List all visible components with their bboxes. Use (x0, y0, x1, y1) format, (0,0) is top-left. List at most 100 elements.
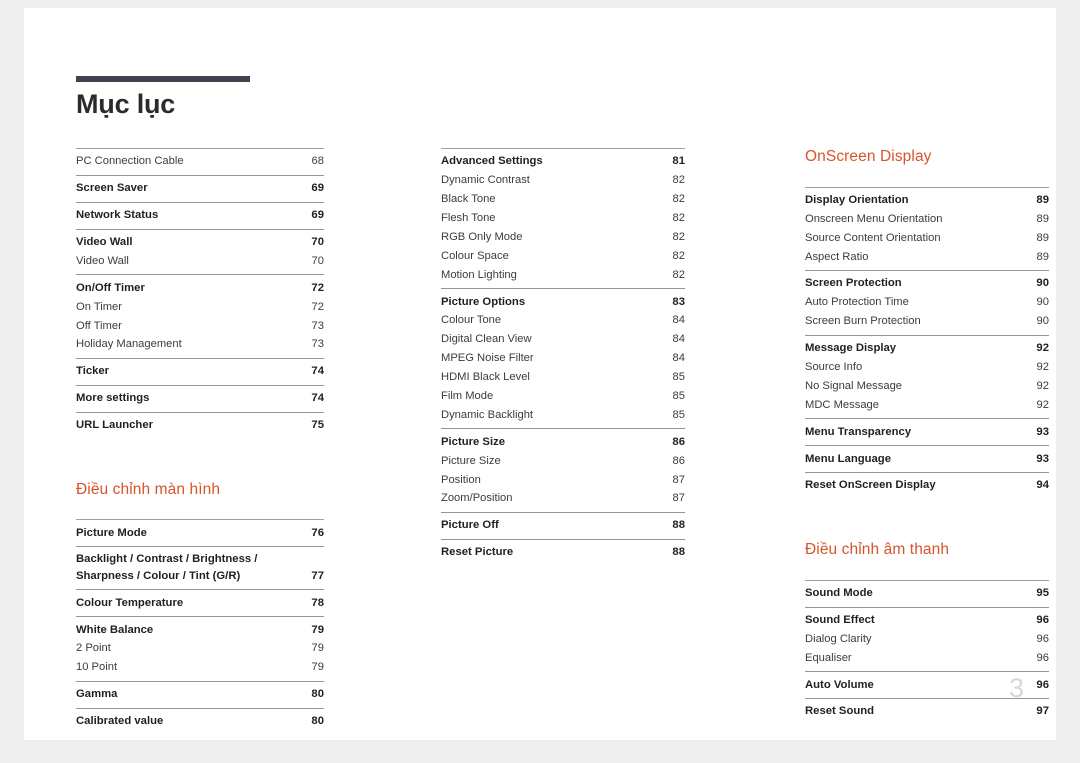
toc-entry-label: Picture Options (441, 295, 526, 308)
toc-entry[interactable]: Picture Size 86 (441, 432, 685, 451)
toc-entry-label: Flesh Tone (441, 211, 496, 224)
toc-entry[interactable]: MPEG Noise Filter 84 (441, 349, 685, 368)
toc-entry-label: Menu Language (805, 452, 891, 465)
toc-entry[interactable]: Menu Language 93 (805, 449, 1049, 468)
toc-entry[interactable]: Flesh Tone 82 (441, 209, 685, 228)
toc-entry[interactable]: URL Launcher 75 (76, 416, 324, 435)
title-rule (76, 76, 250, 82)
toc-entry[interactable]: Screen Saver 69 (76, 179, 324, 198)
toc-entry-page: 82 (672, 268, 685, 281)
toc-entry[interactable]: PC Connection Cable 68 (76, 152, 324, 171)
toc-entry[interactable]: Zoom/Position 87 (441, 489, 685, 508)
toc-entry[interactable]: Source Content Orientation 89 (805, 228, 1049, 247)
toc-entry[interactable]: No Signal Message 92 (805, 377, 1049, 396)
toc-entry[interactable]: 10 Point 79 (76, 658, 324, 677)
toc-entry-page: 84 (672, 352, 685, 365)
toc-entry[interactable]: Gamma 80 (76, 685, 324, 704)
toc-entry-page: 82 (672, 174, 685, 187)
section-heading: Điều chỉnh âm thanh (805, 541, 950, 559)
toc-entry[interactable]: Reset Picture 88 (441, 543, 685, 562)
toc-group: Calibrated value 80 (76, 707, 324, 735)
toc-entry[interactable]: Film Mode 85 (441, 387, 685, 406)
toc-entry-label: Onscreen Menu Orientation (805, 212, 943, 225)
toc-entry-label: Black Tone (441, 193, 496, 206)
toc-entry-page: 92 (1036, 398, 1049, 411)
toc-entry[interactable]: Screen Protection 90 (805, 274, 1049, 293)
toc-entry[interactable]: Network Status 69 (76, 206, 324, 225)
toc-entry[interactable]: Source Info 92 (805, 358, 1049, 377)
toc-entry[interactable]: Message Display 92 (805, 339, 1049, 358)
toc-group: Video Wall 70 Video Wall 70 (76, 228, 324, 275)
toc-entry-label: Ticker (76, 365, 110, 378)
toc-entry-label: Picture Off (441, 519, 499, 532)
toc-entry-label: Menu Transparency (805, 425, 912, 438)
toc-entry[interactable]: On/Off Timer 72 (76, 278, 324, 297)
toc-group: More settings 74 (76, 384, 324, 412)
toc-entry-page: 88 (672, 546, 685, 559)
toc-entry[interactable]: HDMI Black Level 85 (441, 368, 685, 387)
toc-entry[interactable]: Video Wall 70 (76, 233, 324, 252)
toc-entry[interactable]: Reset Sound 97 (805, 702, 1049, 721)
toc-entry[interactable]: Backlight / Contrast / Brightness / Sharp… (76, 550, 324, 585)
toc-entry[interactable]: Colour Temperature 78 (76, 593, 324, 612)
toc-entry[interactable]: More settings 74 (76, 389, 324, 408)
toc-entry-label: Holiday Management (76, 338, 182, 351)
toc-entry[interactable]: Aspect Ratio 89 (805, 247, 1049, 266)
toc-entry-page: 80 (311, 715, 324, 728)
toc-entry[interactable]: Picture Off 88 (441, 516, 685, 535)
toc-entry[interactable]: Position 87 (441, 470, 685, 489)
toc-group: White Balance 79 2 Point 79 10 Point 79 (76, 616, 324, 681)
toc-entry-page: 90 (1036, 296, 1049, 309)
toc-entry[interactable]: Colour Space 82 (441, 246, 685, 265)
toc-entry[interactable]: Off Timer 73 (76, 316, 324, 335)
toc-entry[interactable]: Screen Burn Protection 90 (805, 312, 1049, 331)
toc-entry-label: Network Status (76, 209, 159, 222)
toc-group: Picture Off 88 (441, 512, 685, 539)
toc-entry[interactable]: Ticker 74 (76, 362, 324, 381)
toc-entry[interactable]: Dynamic Contrast 82 (441, 171, 685, 190)
toc-entry[interactable]: 2 Point 79 (76, 639, 324, 658)
toc-entry[interactable]: On Timer 72 (76, 297, 324, 316)
toc-entry[interactable]: Reset OnScreen Display 94 (805, 476, 1049, 495)
toc-entry[interactable]: Holiday Management 73 (76, 335, 324, 354)
toc-entry-page: 79 (311, 661, 324, 674)
toc-entry-page: 79 (311, 642, 324, 655)
toc-column-3: OnScreen Display Display Orientation 89 Ons… (805, 148, 1049, 725)
toc-entry-label: Motion Lighting (441, 268, 517, 281)
toc-entry[interactable]: White Balance 79 (76, 620, 324, 639)
toc-entry[interactable]: RGB Only Mode 82 (441, 228, 685, 247)
toc-entry-label: Screen Protection (805, 277, 902, 290)
toc-entry[interactable]: Equaliser 96 (805, 648, 1049, 667)
toc-entry[interactable]: Black Tone 82 (441, 190, 685, 209)
toc-entry[interactable]: Picture Options 83 (441, 292, 685, 311)
toc-entry[interactable]: Dynamic Backlight 85 (441, 406, 685, 425)
toc-entry-label: Off Timer (76, 319, 122, 332)
toc-entry[interactable]: Digital Clean View 84 (441, 330, 685, 349)
toc-entry[interactable]: Sound Effect 96 (805, 611, 1049, 630)
toc-entry[interactable]: Colour Tone 84 (441, 311, 685, 330)
toc-entry[interactable]: Video Wall 70 (76, 252, 324, 271)
toc-entry[interactable]: Onscreen Menu Orientation 89 (805, 209, 1049, 228)
toc-entry-page: 84 (672, 333, 685, 346)
toc-entry[interactable]: Calibrated value 80 (76, 712, 324, 731)
toc-entry[interactable]: Menu Transparency 93 (805, 422, 1049, 441)
toc-entry-label: Colour Temperature (76, 596, 184, 609)
toc-entry[interactable]: Picture Mode 76 (76, 523, 324, 542)
toc-entry[interactable]: Motion Lighting 82 (441, 265, 685, 284)
toc-entry-label: Message Display (805, 342, 897, 355)
toc-entry-label: Source Info (805, 361, 863, 374)
toc-entry-page: 89 (1036, 250, 1049, 263)
toc-entry-page: 72 (311, 281, 324, 294)
toc-entry-page: 81 (672, 155, 685, 168)
toc-entry-label: More settings (76, 392, 150, 405)
toc-entry[interactable]: Dialog Clarity 96 (805, 629, 1049, 648)
toc-entry[interactable]: Advanced Settings 81 (441, 152, 685, 171)
toc-entry-page: 83 (672, 295, 685, 308)
toc-entry-page: 90 (1036, 277, 1049, 290)
toc-entry[interactable]: MDC Message 92 (805, 396, 1049, 415)
toc-entry[interactable]: Sound Mode 95 (805, 584, 1049, 603)
toc-entry[interactable]: Display Orientation 89 (805, 191, 1049, 210)
toc-group: Sound Effect 96 Dialog Clarity 96 Equaliser 9… (805, 606, 1049, 672)
toc-entry[interactable]: Picture Size 86 (441, 451, 685, 470)
toc-entry[interactable]: Auto Protection Time 90 (805, 293, 1049, 312)
